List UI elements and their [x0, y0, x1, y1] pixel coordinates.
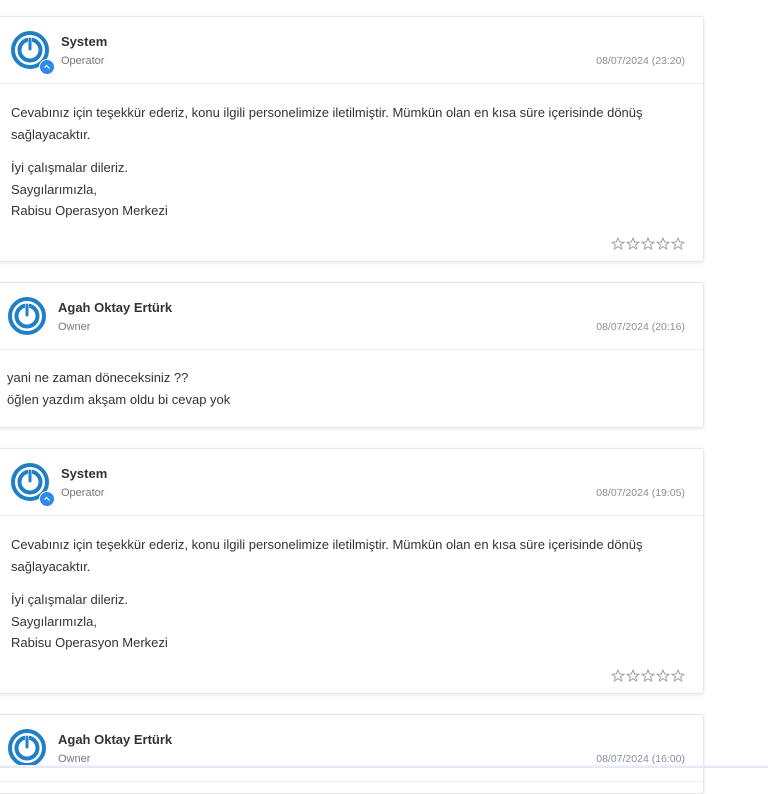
operator-badge-icon	[39, 491, 55, 507]
message-timestamp: 08/07/2024 (20:16)	[596, 321, 685, 333]
star-outline-icon[interactable]	[626, 669, 640, 683]
message-header: Agah Oktay Ertürk Owner 08/07/2024 (20:1…	[0, 283, 703, 350]
message-line: öğlen yazdım akşam oldu bi cevap yok	[7, 391, 231, 407]
message-signoff: İyi çalışmalar dileriz. Saygılarımızla, …	[11, 157, 693, 222]
message-card: Agah Oktay Ertürk Owner 08/07/2024 (16:0…	[0, 714, 704, 794]
message-rating[interactable]	[611, 669, 685, 683]
sender-name: Agah Oktay Ertürk	[58, 732, 173, 747]
sender-name: System	[61, 34, 108, 49]
star-outline-icon[interactable]	[671, 669, 685, 683]
power-icon	[8, 729, 46, 767]
message-line: Saygılarımızla,	[11, 613, 97, 629]
message-line: İyi çalışmalar dileriz.	[11, 592, 129, 607]
message-paragraph: Cevabınız için teşekkür ederiz, konu ilg…	[11, 537, 643, 574]
sender-role: Operator	[61, 55, 105, 67]
message-line: Rabisu Operasyon Merkezi	[11, 203, 168, 218]
message-card: System Operator 08/07/2024 (19:05) Cevab…	[0, 448, 704, 694]
star-outline-icon[interactable]	[641, 669, 655, 683]
operator-badge-icon	[39, 59, 55, 75]
star-outline-icon[interactable]	[656, 669, 670, 683]
message-header: System Operator 08/07/2024 (19:05)	[0, 449, 703, 516]
message-timestamp: 08/07/2024 (19:05)	[596, 487, 685, 499]
message-body: yani ne zaman döneceksiniz ?? öğlen yazd…	[0, 350, 703, 410]
star-outline-icon[interactable]	[611, 237, 625, 251]
message-line: yani ne zaman döneceksiniz ??	[7, 370, 189, 385]
star-outline-icon[interactable]	[671, 237, 685, 251]
message-feed: System Operator 08/07/2024 (23:20) Cevab…	[0, 0, 768, 794]
message-header: System Operator 08/07/2024 (23:20)	[0, 17, 703, 84]
avatar	[8, 297, 46, 335]
message-rating[interactable]	[611, 237, 685, 251]
power-icon	[8, 297, 46, 335]
message-signoff: İyi çalışmalar dileriz. Saygılarımızla, …	[11, 589, 693, 654]
message-paragraph: Cevabınız için teşekkür ederiz, konu ilg…	[11, 105, 643, 142]
message-header: Agah Oktay Ertürk Owner 08/07/2024 (16:0…	[0, 715, 703, 782]
sender-name: System	[61, 466, 108, 481]
message-timestamp: 08/07/2024 (16:00)	[596, 753, 685, 765]
star-outline-icon[interactable]	[641, 237, 655, 251]
star-outline-icon[interactable]	[626, 237, 640, 251]
message-card: Agah Oktay Ertürk Owner 08/07/2024 (20:1…	[0, 282, 704, 428]
message-body: Cevabınız için teşekkür ederiz, konu ilg…	[0, 84, 703, 222]
star-outline-icon[interactable]	[656, 237, 670, 251]
sender-name: Agah Oktay Ertürk	[58, 300, 173, 315]
message-body: Cevabınız için teşekkür ederiz, konu ilg…	[0, 516, 703, 654]
avatar	[11, 463, 55, 507]
message-line: Saygılarımızla,	[11, 181, 97, 197]
sender-role: Owner	[58, 753, 91, 765]
message-line: İyi çalışmalar dileriz.	[11, 160, 129, 175]
message-line: Rabisu Operasyon Merkezi	[11, 635, 168, 650]
sender-role: Operator	[61, 487, 105, 499]
avatar	[8, 729, 46, 767]
sender-role: Owner	[58, 321, 91, 333]
star-outline-icon[interactable]	[611, 669, 625, 683]
message-card: System Operator 08/07/2024 (23:20) Cevab…	[0, 16, 704, 262]
avatar	[11, 31, 55, 75]
message-timestamp: 08/07/2024 (23:20)	[596, 55, 685, 67]
